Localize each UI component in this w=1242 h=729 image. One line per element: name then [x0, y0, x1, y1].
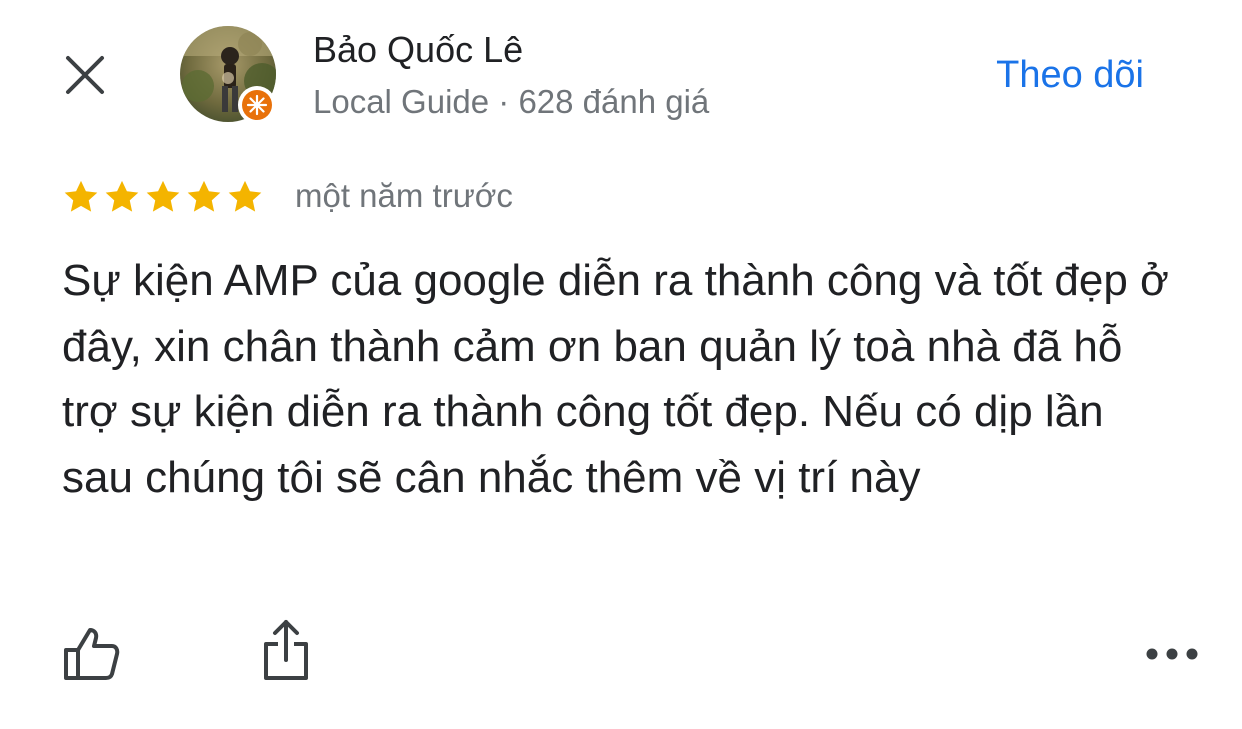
star-icon: [146, 180, 180, 212]
local-guide-badge-icon: [242, 90, 272, 120]
star-rating: [62, 178, 264, 216]
share-icon: [264, 620, 308, 680]
share-button[interactable]: [256, 618, 316, 684]
star-icon: [228, 180, 262, 212]
more-options-button[interactable]: [1140, 636, 1204, 672]
local-guide-badge: [238, 86, 276, 124]
close-button[interactable]: [60, 50, 110, 100]
more-horizontal-icon: [1146, 648, 1198, 660]
star-icon: [64, 180, 98, 212]
review-detail-page: Bảo Quốc Lê Local Guide · 628 đánh giá T…: [0, 0, 1242, 729]
user-meta: Local Guide · 628 đánh giá: [313, 83, 710, 120]
star-icon: [105, 180, 139, 212]
avatar-container[interactable]: [180, 26, 280, 126]
close-icon: [66, 56, 104, 94]
review-text: Sự kiện AMP của google diễn ra thành côn…: [62, 256, 1169, 502]
review-time: một năm trước: [295, 177, 513, 214]
follow-button[interactable]: Theo dõi: [996, 52, 1144, 98]
like-button[interactable]: [60, 622, 124, 686]
star-icon: [187, 180, 221, 212]
user-name[interactable]: Bảo Quốc Lê: [313, 28, 523, 72]
thumbs-up-icon: [64, 628, 120, 680]
